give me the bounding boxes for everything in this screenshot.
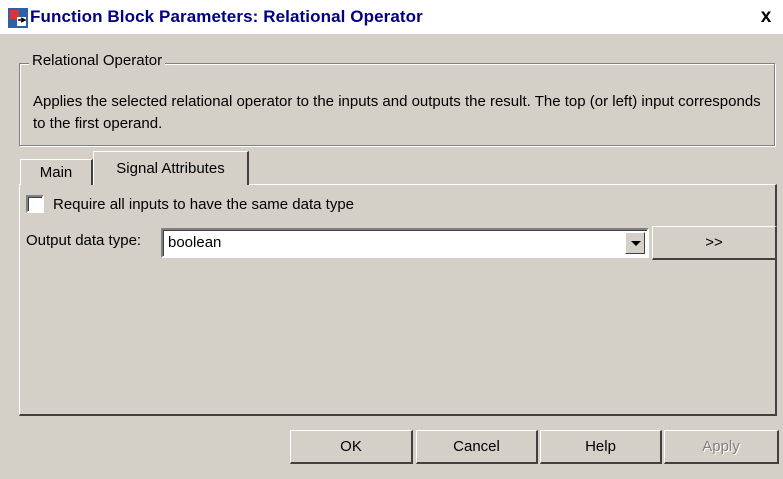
help-button[interactable]: Help bbox=[540, 430, 662, 464]
output-data-type-label: Output data type: bbox=[26, 232, 142, 249]
signal-attributes-panel bbox=[19, 184, 777, 416]
apply-button[interactable]: Apply bbox=[664, 430, 779, 464]
groupbox-legend: Relational Operator bbox=[29, 52, 166, 69]
close-icon[interactable]: x bbox=[757, 7, 775, 27]
ok-button[interactable]: OK bbox=[290, 430, 413, 464]
require-same-type-label: Require all inputs to have the same data… bbox=[53, 196, 355, 213]
window-title: Function Block Parameters: Relational Op… bbox=[30, 7, 423, 26]
cancel-button[interactable]: Cancel bbox=[416, 430, 538, 464]
tab-main[interactable]: Main bbox=[20, 159, 93, 185]
data-type-assistant-button[interactable]: >> bbox=[652, 226, 777, 260]
title-bar: Function Block Parameters: Relational Op… bbox=[0, 0, 783, 34]
output-data-type-select[interactable]: boolean bbox=[161, 228, 649, 258]
block-description: Applies the selected relational operator… bbox=[33, 93, 761, 132]
simulink-block-icon bbox=[8, 8, 28, 28]
output-data-type-value: boolean bbox=[168, 234, 222, 251]
tab-signal-attributes[interactable]: Signal Attributes bbox=[93, 151, 249, 185]
chevron-down-icon[interactable] bbox=[625, 232, 645, 254]
require-same-type-checkbox[interactable] bbox=[26, 195, 44, 213]
